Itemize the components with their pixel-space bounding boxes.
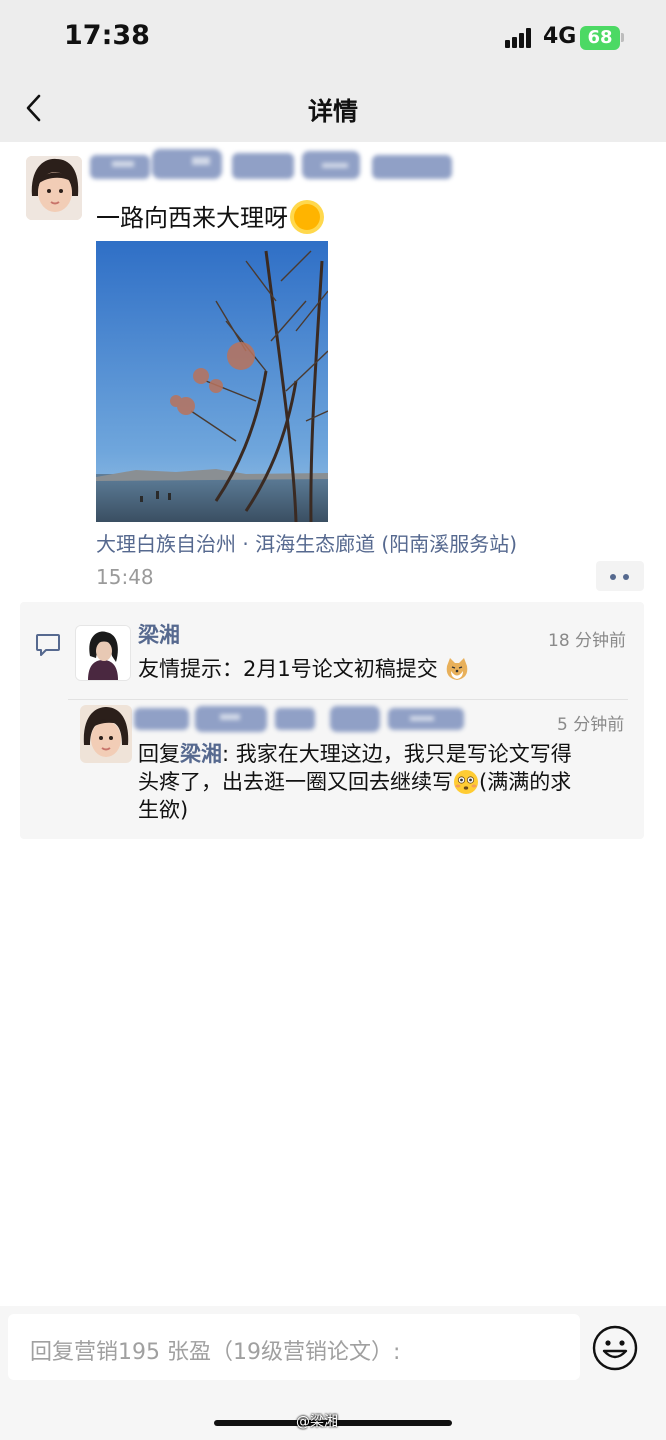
- reply-author-redacted: [130, 700, 470, 738]
- comment-time: 18 分钟前: [548, 631, 627, 651]
- battery-icon: 68: [580, 26, 620, 50]
- emoji-icon[interactable]: [592, 1325, 638, 1371]
- sun-emoji-icon: [294, 204, 320, 230]
- watermark: @梁湘: [296, 1414, 338, 1430]
- signal-icon: [505, 28, 535, 48]
- reply-time: 5 分钟前: [557, 715, 625, 735]
- reply-text: 回复梁湘: 我家在大理这边，我只是写论文写得 头疼了，出去逛一圈又回去继续写 (…: [138, 742, 572, 822]
- author-name-redacted: [82, 135, 467, 193]
- network-label: 4G: [543, 24, 577, 49]
- reply-to-name[interactable]: 梁湘: [180, 742, 222, 766]
- battery-tip: [621, 33, 624, 42]
- comment-author[interactable]: 梁湘: [138, 621, 180, 649]
- post-time: 15:48: [96, 565, 154, 589]
- dog-emoji-icon: [447, 658, 468, 680]
- post-location[interactable]: 大理白族自治州 · 洱海生态廊道 (阳南溪服务站): [96, 528, 517, 557]
- comment-text: 友情提示：2月1号论文初稿提交: [138, 655, 470, 683]
- post-text: 一路向西来大理呀: [96, 198, 320, 233]
- author-avatar[interactable]: [26, 156, 82, 220]
- reply-placeholder: 回复营销195 张盈（19级营销论文）:: [30, 1340, 401, 1365]
- comment-icon: [36, 634, 60, 656]
- page-title: 详情: [307, 97, 358, 126]
- more-dots-icon[interactable]: [596, 561, 644, 591]
- flushed-emoji-icon: [454, 770, 478, 794]
- post-photo[interactable]: [96, 241, 328, 522]
- reply-avatar[interactable]: [80, 705, 132, 763]
- status-time: 17:38: [64, 20, 150, 51]
- commenter-avatar[interactable]: [75, 625, 131, 681]
